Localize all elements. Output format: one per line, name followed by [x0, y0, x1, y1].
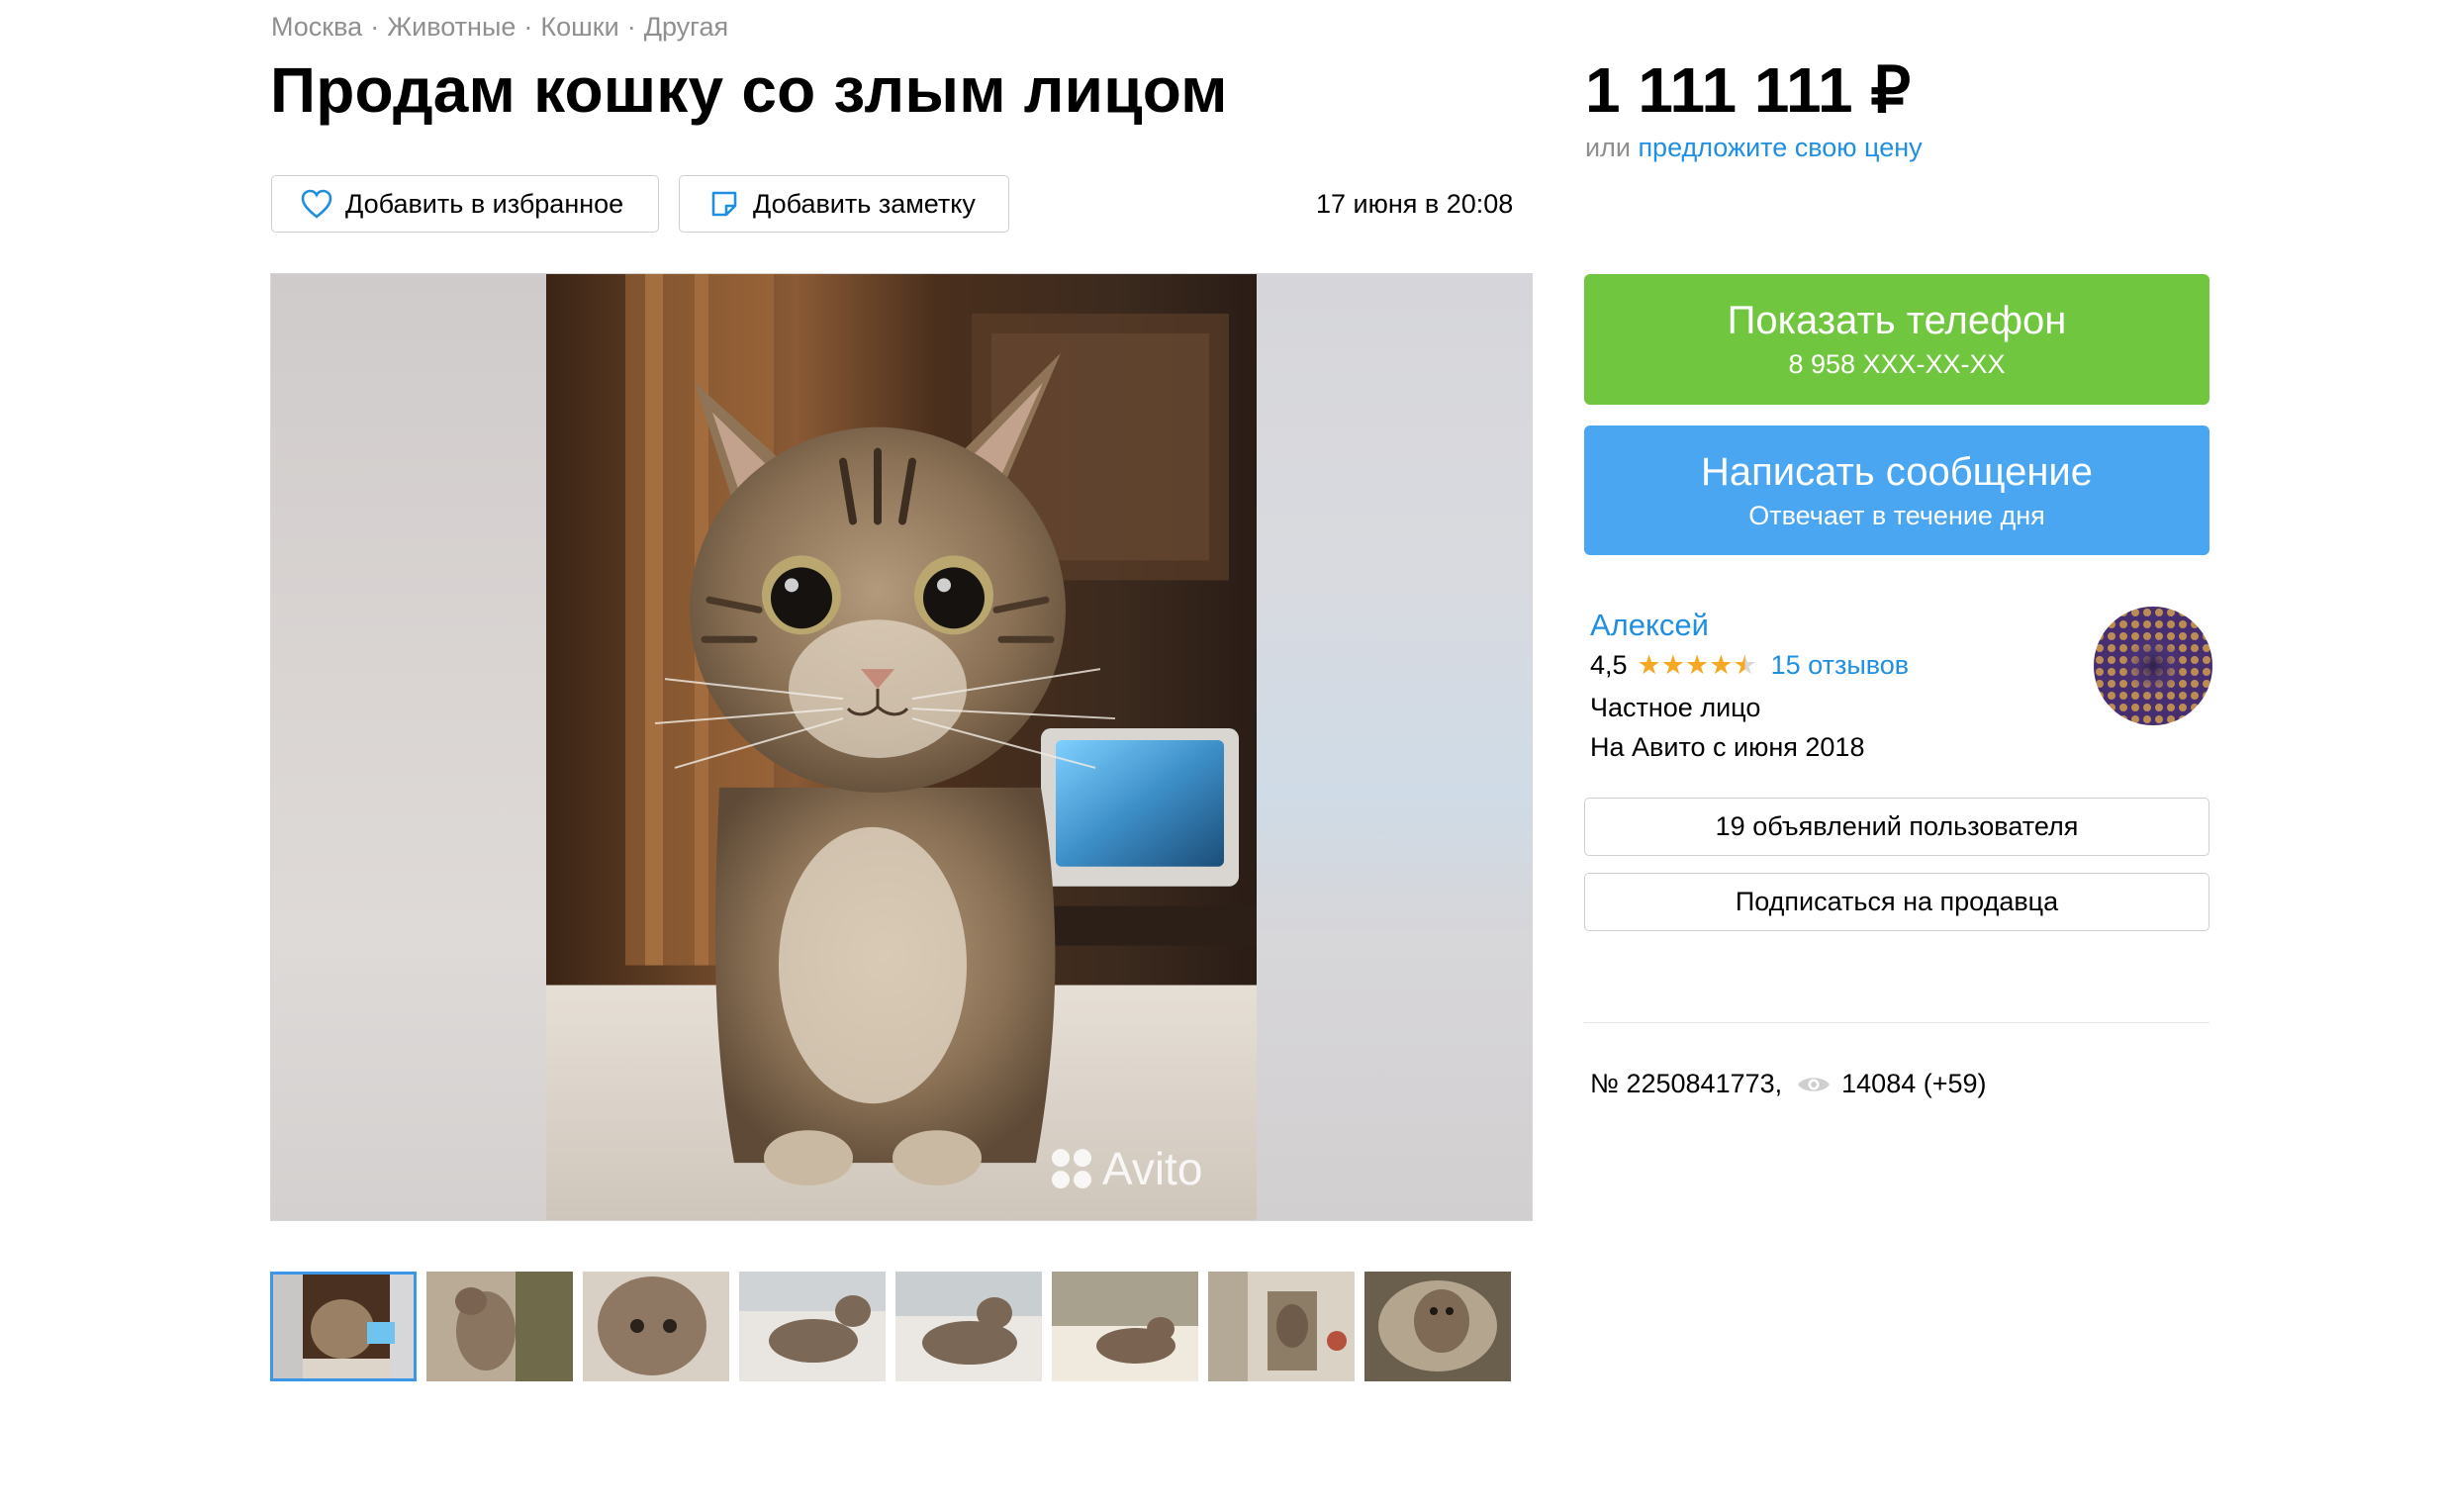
- avito-watermark: Avito: [1102, 1143, 1202, 1194]
- show-phone-label: Показать телефон: [1727, 299, 2067, 342]
- thumbnail[interactable]: [270, 1272, 417, 1381]
- seller-ads-button[interactable]: 19 объявлений пользователя: [1584, 798, 2209, 856]
- thumbnail-strip: [270, 1272, 1511, 1381]
- note-icon: [707, 187, 741, 221]
- thumbnail[interactable]: [1208, 1272, 1355, 1381]
- breadcrumb-item-type[interactable]: Другая: [644, 12, 728, 42]
- star-icon: ★: [1709, 650, 1734, 680]
- seller-type: Частное лицо: [1590, 693, 1761, 722]
- thumbnail[interactable]: [1364, 1272, 1511, 1381]
- price-offer: или предложите свою цену: [1585, 133, 1923, 163]
- add-to-favorites-button[interactable]: Добавить в избранное: [271, 175, 659, 233]
- price: 1 111 111 ₽: [1585, 54, 1912, 126]
- eye-icon: [1796, 1074, 1832, 1095]
- response-time: Отвечает в течение дня: [1748, 500, 2045, 530]
- masked-phone: 8 958 XXX-XX-XX: [1788, 349, 2006, 379]
- ad-number: № 2250841773,: [1590, 1069, 1783, 1098]
- thumbnail[interactable]: [583, 1272, 729, 1381]
- thumbnail[interactable]: [739, 1272, 886, 1381]
- reviews-link[interactable]: 15 отзывов: [1771, 650, 1910, 681]
- breadcrumb-separator: ·: [626, 12, 636, 42]
- star-icon: ★: [1684, 650, 1710, 680]
- breadcrumb-item-subcategory[interactable]: Кошки: [540, 12, 618, 42]
- offer-prefix: или: [1585, 133, 1631, 162]
- offer-price-link[interactable]: предложите свою цену: [1638, 133, 1922, 162]
- page-title: Продам кошку со злым лицом: [270, 54, 1228, 126]
- breadcrumb: Москва · Животные · Кошки · Другая: [271, 12, 728, 43]
- add-to-favorites-label: Добавить в избранное: [345, 188, 624, 219]
- seller-since: На Авито с июня 2018: [1590, 732, 1865, 762]
- breadcrumb-separator: ·: [523, 12, 533, 42]
- breadcrumb-item-city[interactable]: Москва: [271, 12, 362, 42]
- star-icon: ★: [1660, 650, 1685, 680]
- main-photo[interactable]: Avito: [270, 273, 1533, 1221]
- write-message-button[interactable]: Написать сообщение Отвечает в течение дн…: [1584, 425, 2209, 555]
- heart-icon: [300, 187, 333, 221]
- seller-name[interactable]: Алексей: [1590, 608, 1709, 643]
- add-note-label: Добавить заметку: [753, 188, 976, 219]
- star-icon: ★: [1637, 650, 1661, 680]
- thumbnail[interactable]: [895, 1272, 1042, 1381]
- avatar[interactable]: [2094, 607, 2212, 725]
- photo-blur-right: [1257, 274, 1532, 1220]
- cat-photo: Avito: [546, 274, 1257, 1220]
- ad-meta: № 2250841773, 14084 (+59): [1590, 1069, 1987, 1099]
- seller-rating: 4,5 ★ ★ ★ ★ ★ 15 отзывов: [1590, 650, 1909, 681]
- show-phone-button[interactable]: Показать телефон 8 958 XXX-XX-XX: [1584, 274, 2209, 405]
- breadcrumb-item-category[interactable]: Животные: [387, 12, 516, 42]
- rating-stars: ★ ★ ★ ★ ★: [1638, 652, 1757, 679]
- rating-value: 4,5: [1590, 650, 1628, 680]
- thumbnail[interactable]: [1052, 1272, 1198, 1381]
- divider: [1584, 1022, 2209, 1023]
- add-note-button[interactable]: Добавить заметку: [679, 175, 1009, 233]
- breadcrumb-separator: ·: [370, 12, 380, 42]
- subscribe-seller-button[interactable]: Подписаться на продавца: [1584, 873, 2209, 931]
- publish-date: 17 июня в 20:08: [1316, 189, 1514, 219]
- thumbnail[interactable]: [426, 1272, 573, 1381]
- view-count: 14084 (+59): [1841, 1069, 1987, 1098]
- photo-blur-left: [271, 274, 548, 1220]
- write-message-label: Написать сообщение: [1700, 449, 2093, 494]
- half-star-icon: ★: [1733, 650, 1757, 680]
